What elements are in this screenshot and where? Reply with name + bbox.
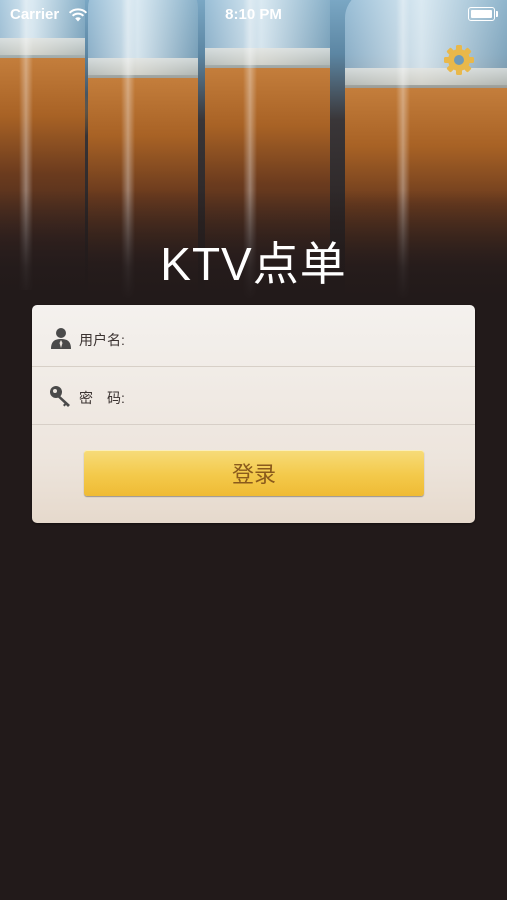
status-bar: Carrier 8:10 PM <box>0 0 507 30</box>
key-icon <box>50 386 70 407</box>
gear-icon[interactable] <box>443 44 475 76</box>
login-card: 用户名: 密 码: 登录 <box>32 305 475 523</box>
login-button[interactable]: 登录 <box>84 450 424 496</box>
password-label: 密 码: <box>79 390 125 406</box>
password-row: 密 码: <box>32 366 475 425</box>
app-title: KTV点单 <box>160 238 347 290</box>
username-input[interactable] <box>167 323 460 353</box>
password-input[interactable] <box>167 381 460 411</box>
status-time: 8:10 PM <box>225 6 282 23</box>
user-icon <box>51 328 71 349</box>
battery-icon <box>468 7 498 21</box>
username-row: 用户名: <box>32 308 475 367</box>
username-label: 用户名: <box>79 332 125 348</box>
